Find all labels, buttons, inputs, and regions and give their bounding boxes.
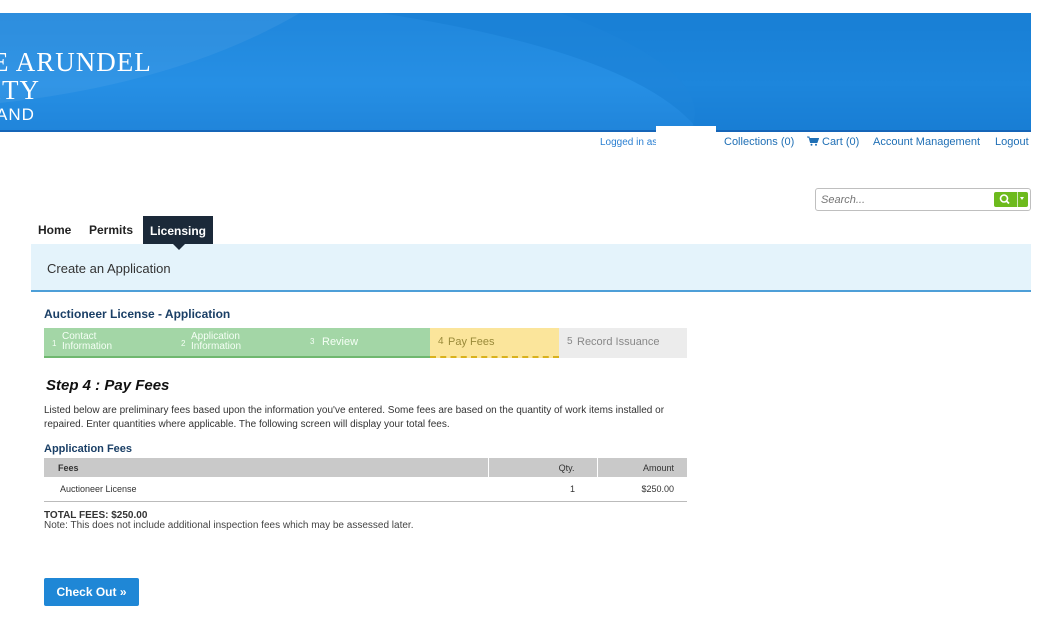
banner-decoration	[0, 13, 1031, 132]
nav-active-indicator	[173, 244, 185, 250]
search-input[interactable]	[821, 192, 981, 207]
header-banner: E ARUNDEL ITY AND	[0, 13, 1031, 132]
fees-section-title: Application Fees	[44, 443, 133, 455]
brand-line-1: E ARUNDEL	[0, 47, 152, 77]
fee-name: Auctioneer License	[44, 477, 488, 502]
page-header-bar: Create an Application	[31, 244, 1031, 292]
step-label: Contact Information	[62, 332, 112, 352]
nav-home[interactable]: Home	[38, 222, 71, 244]
step-record-issuance: 5 Record Issuance	[559, 328, 687, 358]
fees-note: Note: This does not include additional i…	[44, 520, 414, 531]
nav-permits[interactable]: Permits	[89, 222, 133, 244]
step-heading: Step 4 : Pay Fees	[46, 377, 170, 394]
check-out-button[interactable]: Check Out »	[44, 578, 139, 606]
step-number: 3	[310, 337, 315, 346]
step-label-line-2: Information	[62, 341, 113, 352]
cart-icon	[807, 136, 819, 146]
table-header-row: Fees Qty. Amount	[44, 458, 687, 477]
collections-link[interactable]: Collections (0)	[724, 136, 794, 150]
nav-licensing[interactable]: Licensing	[143, 216, 213, 244]
step-description: Listed below are preliminary fees based …	[44, 405, 665, 430]
step-number: 4	[438, 336, 444, 347]
cart-label: Cart (0)	[822, 136, 860, 148]
search-button[interactable]	[994, 192, 1028, 207]
step-number: 2	[181, 339, 186, 348]
fee-amount: $250.00	[597, 477, 687, 502]
step-label: Review	[322, 336, 359, 348]
search-button-divider	[1017, 192, 1018, 207]
step-pay-fees: 4 Pay Fees	[430, 328, 559, 358]
brand-line-3: AND	[0, 105, 35, 124]
fees-table: Fees Qty. Amount Auctioneer License 1 $2…	[44, 458, 687, 502]
logout-link[interactable]: Logout	[995, 136, 1029, 150]
step-review: 3 Review	[302, 328, 430, 358]
cart-link[interactable]: Cart (0)	[807, 136, 859, 150]
logged-in-text: Logged in as	[600, 137, 658, 148]
fee-qty: 1	[488, 477, 597, 502]
table-row: Auctioneer License 1 $250.00	[44, 477, 687, 502]
brand-line-2: ITY	[0, 75, 40, 105]
step-application-information: 2 Application Information	[173, 328, 302, 358]
chevron-down-icon[interactable]	[1020, 197, 1024, 200]
banner-border	[0, 130, 1031, 132]
account-management-link[interactable]: Account Management	[873, 136, 980, 150]
column-header-fees: Fees	[44, 458, 488, 477]
step-label: Application Information	[191, 332, 241, 352]
search-icon	[999, 194, 1010, 205]
step-label-line-2: Information	[191, 341, 242, 352]
column-header-qty: Qty.	[487, 458, 597, 477]
step-label: Pay Fees	[448, 336, 495, 348]
step-number: 1	[52, 339, 57, 348]
application-title: Auctioneer License - Application	[44, 307, 231, 321]
step-label: Record Issuance	[577, 336, 660, 348]
step-number: 5	[567, 336, 573, 347]
page-title: Create an Application	[47, 261, 171, 276]
step-contact-information: 1 Contact Information	[44, 328, 173, 358]
column-header-amount: Amount	[596, 458, 687, 477]
search-box	[815, 188, 1031, 211]
progress-steps: 1 Contact Information 2 Application Inform…	[44, 328, 687, 358]
redacted-username	[656, 126, 716, 150]
